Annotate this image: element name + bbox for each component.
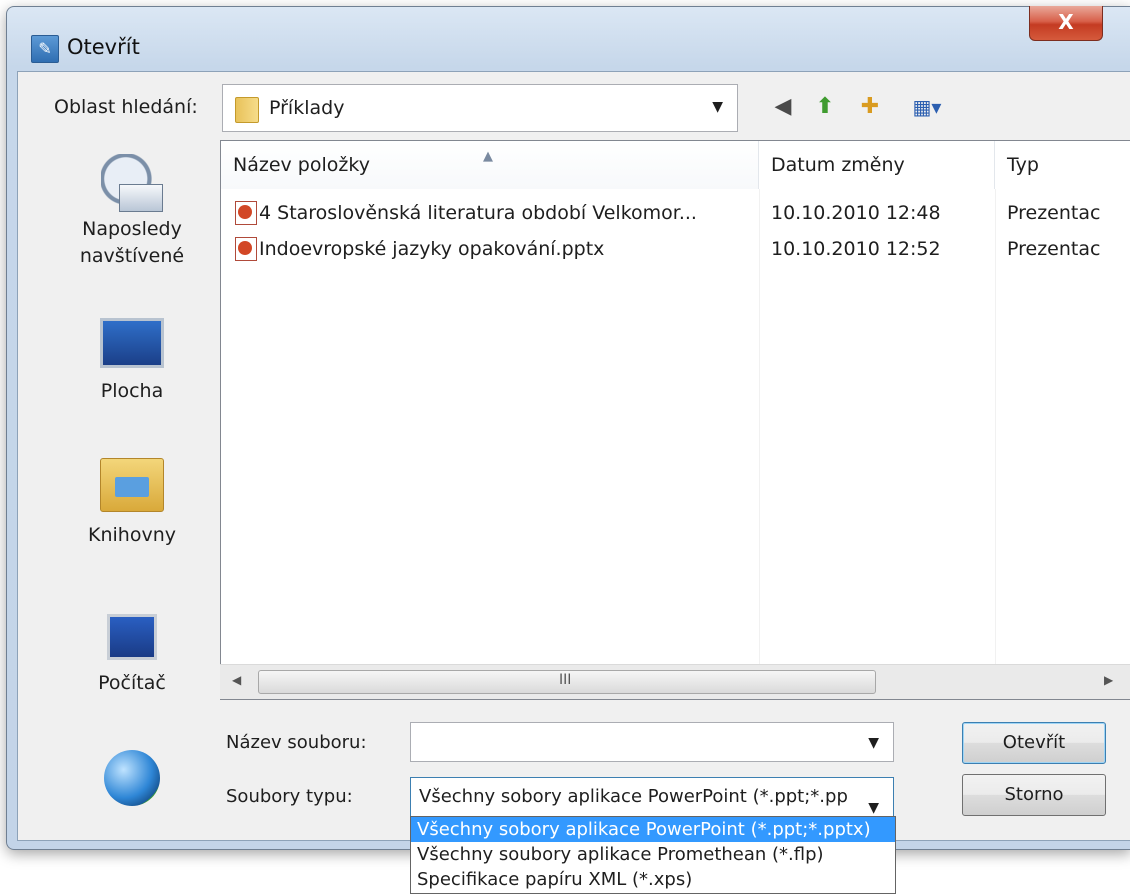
column-header-name[interactable]: ▲ Název položky <box>221 141 759 189</box>
scroll-right-icon[interactable]: ▶ <box>1104 673 1113 687</box>
place-libraries-label: Knihovny <box>88 524 176 546</box>
lookin-value: Příklady <box>269 97 345 119</box>
chevron-down-icon[interactable]: ▼ <box>862 789 879 816</box>
chevron-down-icon[interactable]: ▼ <box>868 735 879 751</box>
open-button[interactable]: Otevřít <box>962 722 1106 764</box>
place-computer-label: Počítač <box>98 672 166 694</box>
filename-input[interactable]: ▼ <box>410 722 894 762</box>
file-row[interactable]: Indoevropské jazyky opakování.pptx 10.10… <box>221 231 1130 267</box>
place-desktop[interactable]: Plocha <box>52 308 212 405</box>
file-type: Prezentac <box>1007 238 1101 260</box>
place-computer[interactable]: Počítač <box>52 600 212 697</box>
horizontal-scrollbar[interactable]: ◀ III ▶ <box>220 664 1130 699</box>
place-recent-label-1: Naposledy <box>82 218 182 240</box>
file-name: 4 Staroslověnská literatura období Velko… <box>259 202 697 224</box>
views-menu-icon[interactable]: ▦▾ <box>902 92 952 122</box>
recent-places-icon <box>101 154 163 216</box>
folder-icon <box>235 97 259 123</box>
place-desktop-label: Plocha <box>100 380 164 402</box>
back-icon[interactable]: ◀ <box>768 92 798 122</box>
computer-icon <box>107 614 157 660</box>
lookin-combobox[interactable]: Příklady ▼ <box>222 84 738 132</box>
filetype-option[interactable]: Všechny sobory aplikace PowerPoint (*.pp… <box>411 817 895 842</box>
column-header-name-label: Název položky <box>233 154 370 176</box>
lookin-label: Oblast hledání: <box>54 96 198 118</box>
file-name: Indoevropské jazyky opakování.pptx <box>259 238 605 260</box>
file-date: 10.10.2010 12:52 <box>771 238 941 260</box>
cancel-button[interactable]: Storno <box>962 774 1106 816</box>
window-title: Otevřít <box>67 35 140 59</box>
title-bar[interactable]: ✎ Otevřít X <box>7 6 1130 77</box>
filetype-option[interactable]: Všechny soubory aplikace Promethean (*.f… <box>411 842 895 867</box>
network-icon <box>104 750 160 806</box>
filetype-select[interactable]: Všechny sobory aplikace PowerPoint (*.pp… <box>410 777 894 817</box>
open-file-dialog-icon: ✎ <box>31 35 59 63</box>
powerpoint-file-icon <box>235 237 257 261</box>
close-button[interactable]: X <box>1029 6 1103 41</box>
file-type: Prezentac <box>1007 202 1101 224</box>
filetype-label: Soubory typu: <box>226 786 353 807</box>
filetype-dropdown-list[interactable]: Všechny sobory aplikace PowerPoint (*.pp… <box>410 816 896 894</box>
sort-ascending-icon: ▲ <box>483 149 493 164</box>
scroll-grip: III <box>559 672 572 688</box>
libraries-icon <box>100 458 164 512</box>
filetype-selected: Všechny sobory aplikace PowerPoint (*.pp… <box>419 786 848 807</box>
column-header-type[interactable]: Typ <box>995 141 1130 189</box>
file-row[interactable]: 4 Staroslověnská literatura období Velko… <box>221 195 1130 231</box>
filename-label: Název souboru: <box>226 732 367 753</box>
filetype-option[interactable]: Specifikace papíru XML (*.xps) <box>411 867 895 892</box>
place-recent-label-2: navštívené <box>79 245 185 267</box>
place-libraries[interactable]: Knihovny <box>52 452 212 549</box>
desktop-icon <box>100 318 164 368</box>
file-date: 10.10.2010 12:48 <box>771 202 941 224</box>
place-network[interactable] <box>52 750 212 806</box>
scroll-left-icon[interactable]: ◀ <box>232 673 241 687</box>
place-recent[interactable]: Naposledy navštívené <box>52 154 212 270</box>
scrollbar-thumb[interactable]: III <box>258 670 876 694</box>
column-header-date[interactable]: Datum změny <box>759 141 995 189</box>
new-folder-icon[interactable]: ✚ <box>855 92 885 122</box>
up-folder-icon[interactable]: ⬆ <box>810 92 840 122</box>
powerpoint-file-icon <box>235 201 257 225</box>
file-list[interactable]: ▲ Název položky Datum změny Typ 4 Staros… <box>220 140 1130 700</box>
chevron-down-icon[interactable]: ▼ <box>712 99 723 115</box>
places-bar: Naposledy navštívené Plocha Knihovny Poč… <box>52 140 212 830</box>
